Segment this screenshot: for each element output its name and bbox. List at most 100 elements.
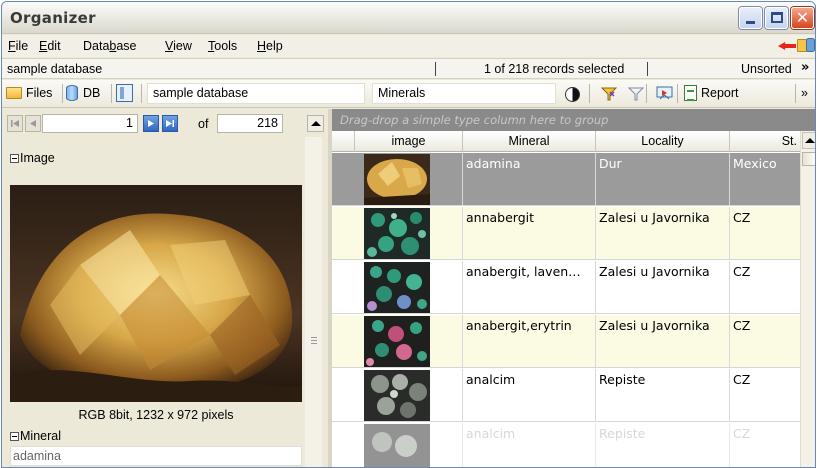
image-group-header[interactable]: Image [10,151,55,165]
menu-help[interactable]: Help [257,39,283,53]
filter-icon[interactable] [628,86,644,102]
menu-edit-label: dit [47,39,61,53]
slideshow-icon[interactable] [656,86,673,102]
db-button[interactable]: DB [66,83,110,104]
menu-edit[interactable]: Edit [39,39,61,53]
state-cell: CZ [729,207,800,260]
column-header-row: image Mineral Locality St. [332,131,815,152]
locality-cell: Zalesi u Javornika [595,261,729,314]
info-separator [647,62,648,76]
menu-file-mnemonic: F [8,39,16,53]
of-label: of [198,117,209,131]
collapse-icon [10,154,19,163]
database-icon [66,85,78,101]
first-record-icon[interactable] [7,115,23,132]
row-indicator [332,423,354,467]
table-row[interactable]: analcim Repiste CZ [332,369,800,422]
mineral-thumbnail [364,154,430,205]
mineral-thumbnail [364,424,430,467]
menu-file-label: ile [15,39,29,53]
menu-help-mnemonic: H [257,39,267,53]
sort-status-label: Unsorted [741,62,792,76]
report-button-label: Report [701,86,739,100]
state-cell: CZ [729,315,800,368]
next-record-icon[interactable] [143,115,159,132]
current-database-label: sample database [7,62,103,76]
state-cell: CZ [729,369,800,422]
mineral-thumbnail [364,208,430,259]
table-select[interactable]: Minerals [372,83,556,104]
menu-view-mnemonic: V [165,39,174,53]
column-header-state[interactable]: St. [729,131,800,152]
column-header-locality[interactable]: Locality [595,131,729,152]
minimize-button[interactable] [739,7,762,29]
menu-tools[interactable]: Tools [208,39,237,53]
locality-cell: Zalesi u Javornika [595,207,729,260]
panel-layout-button[interactable] [116,83,138,104]
window-title: Organizer [10,9,96,27]
mineral-photo [10,185,302,402]
row-indicator [332,207,354,260]
table-row[interactable]: adamina Dur Mexico [332,153,800,206]
maximize-button[interactable] [765,7,788,29]
toolbar-separator [141,84,142,103]
scroll-thumb[interactable] [802,152,815,166]
menu-icons [778,38,815,54]
menu-file[interactable]: File [8,39,28,53]
column-header-image[interactable]: image [354,131,462,152]
locality-cell: Zalesi u Javornika [595,315,729,368]
database-select[interactable]: sample database [147,83,365,104]
grid-scrollbar[interactable] [800,131,815,467]
table-row[interactable]: anabergit,erytrin Zalesi u Javornika CZ [332,315,800,368]
splitter-grip-icon[interactable] [311,337,317,344]
record-detail-panel: 1 of 218 Image RGB 8bit, 1232 x 972 pixe… [2,109,328,467]
image-group-label: Image [20,151,55,165]
records-selected-label: 1 of 218 records selected [484,62,625,76]
menu-bar: File Edit Database View Tools Help [2,35,815,57]
db-button-label: DB [83,86,101,100]
row-indicator [332,261,354,314]
title-bar: Organizer ✕ [2,2,815,34]
info-overflow-chevron[interactable]: » [801,60,809,75]
menu-view-label: iew [173,39,192,53]
minimize-icon [746,21,755,24]
folder-database-icon[interactable] [797,38,815,52]
filter-active-icon[interactable] [601,86,617,102]
menu-view[interactable]: View [165,39,192,53]
mineral-group-label: Mineral [20,429,61,443]
menu-database[interactable]: Database [83,39,137,53]
current-record-field[interactable]: 1 [42,114,138,133]
scroll-up-icon[interactable] [802,132,815,149]
maximize-icon [771,12,783,23]
mineral-thumbnail [364,262,430,313]
report-button[interactable]: Report [684,83,750,104]
toolbar-separator [646,84,647,103]
table-row[interactable]: anabergit, laven… Zalesi u Javornika CZ [332,261,800,314]
toolbar-separator [62,84,63,103]
menu-tools-label: ools [214,39,238,53]
previous-record-icon[interactable] [25,115,41,132]
toolbar-overflow-chevron[interactable]: » [801,83,813,104]
last-record-icon[interactable] [162,115,178,132]
table-row[interactable]: analcim Repiste CZ [332,423,800,467]
detail-scrollbar[interactable] [305,137,322,467]
close-icon: ✕ [795,8,810,27]
mineral-thumbnail [364,316,430,367]
locality-cell: Repiste [595,423,729,467]
group-by-drop-zone[interactable]: Drag-drop a simple type column here to g… [332,109,815,131]
back-arrow-icon[interactable] [778,42,796,50]
files-button[interactable]: Files [6,83,62,104]
mineral-cell: anabergit, laven… [462,261,595,314]
record-navigator: 1 of 218 [5,112,324,136]
column-header-mineral[interactable]: Mineral [462,131,595,152]
table-row[interactable]: annabergit Zalesi u Javornika CZ [332,207,800,260]
main-toolbar: Files DB sample database Minerals Report… [2,80,815,173]
toolbar-separator [111,84,112,103]
close-button[interactable]: ✕ [791,7,814,29]
organizer-window: Organizer ✕ File Edit Database View Tool… [1,1,816,468]
contrast-icon[interactable] [565,87,580,102]
mineral-group-header[interactable]: Mineral [10,429,61,443]
panel-scroll-up-icon[interactable] [307,115,324,132]
row-indicator [332,153,354,206]
mineral-field[interactable]: adamina [10,446,302,466]
